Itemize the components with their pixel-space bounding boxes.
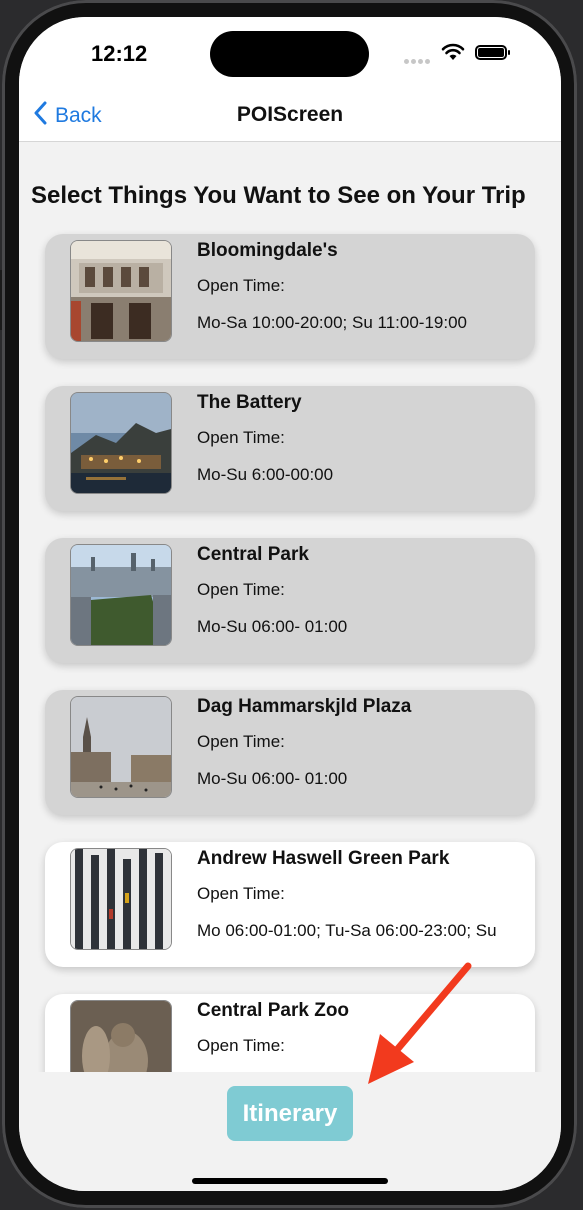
phone-bezel: 12:12 Back POIScreen Select Things You W… (2, 0, 577, 1208)
poi-name: Central Park (197, 544, 309, 565)
poi-text: Central Park Open Time: Mo-Su 06:00- 01:… (197, 544, 523, 641)
open-hours: Mo-Sa 10:00-20:00; Su 11:00-19:00 (197, 313, 467, 332)
poi-thumbnail (70, 392, 172, 494)
open-hours: Mo-Su 06:00- 01:00 (197, 769, 348, 788)
open-time-label: Open Time: (197, 580, 285, 599)
poi-text: The Battery Open Time: Mo-Su 6:00-00:00 (197, 392, 523, 489)
poi-card-the-battery[interactable]: The Battery Open Time: Mo-Su 6:00-00:00 (45, 386, 535, 511)
navigation-bar: Back POIScreen (19, 91, 561, 142)
poi-text: Dag Hammarskjld Plaza Open Time: Mo-Su 0… (197, 696, 523, 793)
poi-name: Dag Hammarskjld Plaza (197, 696, 412, 717)
poi-thumbnail (70, 848, 172, 950)
wifi-icon (441, 43, 465, 66)
status-bar: 12:12 (19, 17, 561, 91)
poi-text: Bloomingdale's Open Time: Mo-Sa 10:00-20… (197, 240, 523, 337)
status-time: 12:12 (91, 41, 148, 66)
open-time-label: Open Time: (197, 428, 285, 447)
poi-card-andrew-haswell-green-park[interactable]: Andrew Haswell Green Park Open Time: Mo … (45, 842, 535, 967)
poi-thumbnail (70, 240, 172, 342)
battery-icon (475, 45, 510, 60)
open-hours: Mo-Su 6:00-00:00 (197, 465, 334, 484)
open-hours: Mo-Su 06:00- 01:00 (197, 617, 348, 636)
dynamic-island (210, 31, 369, 77)
cellular-signal-icon (404, 51, 432, 69)
poi-card-central-park[interactable]: Central Park Open Time: Mo-Su 06:00- 01:… (45, 538, 535, 663)
poi-name: Andrew Haswell Green Park (197, 848, 450, 869)
annotation-arrow-icon (360, 960, 480, 1095)
home-indicator (192, 1178, 388, 1184)
poi-thumbnail (70, 696, 172, 798)
page-heading: Select Things You Want to See on Your Tr… (31, 182, 526, 209)
poi-list-scroll[interactable]: Select Things You Want to See on Your Tr… (19, 142, 561, 1072)
poi-thumbnail (70, 1000, 172, 1072)
poi-thumbnail (70, 544, 172, 646)
itinerary-button[interactable]: Itinerary (227, 1086, 353, 1141)
poi-card-dag-hammarskjld-plaza[interactable]: Dag Hammarskjld Plaza Open Time: Mo-Su 0… (45, 690, 535, 815)
open-time-label: Open Time: (197, 276, 285, 295)
nav-title: POIScreen (236, 103, 344, 126)
poi-card-bloomingdales[interactable]: Bloomingdale's Open Time: Mo-Sa 10:00-20… (45, 234, 535, 359)
open-time-label: Open Time: (197, 884, 285, 903)
open-hours: Mo 06:00-01:00; Tu-Sa 06:00-23:00; Su (197, 921, 497, 940)
poi-name: The Battery (197, 392, 302, 413)
poi-name: Bloomingdale's (197, 240, 338, 261)
device-frame: 12:12 Back POIScreen Select Things You W… (0, 0, 583, 1210)
open-time-label: Open Time: (197, 732, 285, 751)
poi-text: Andrew Haswell Green Park Open Time: Mo … (197, 848, 523, 945)
